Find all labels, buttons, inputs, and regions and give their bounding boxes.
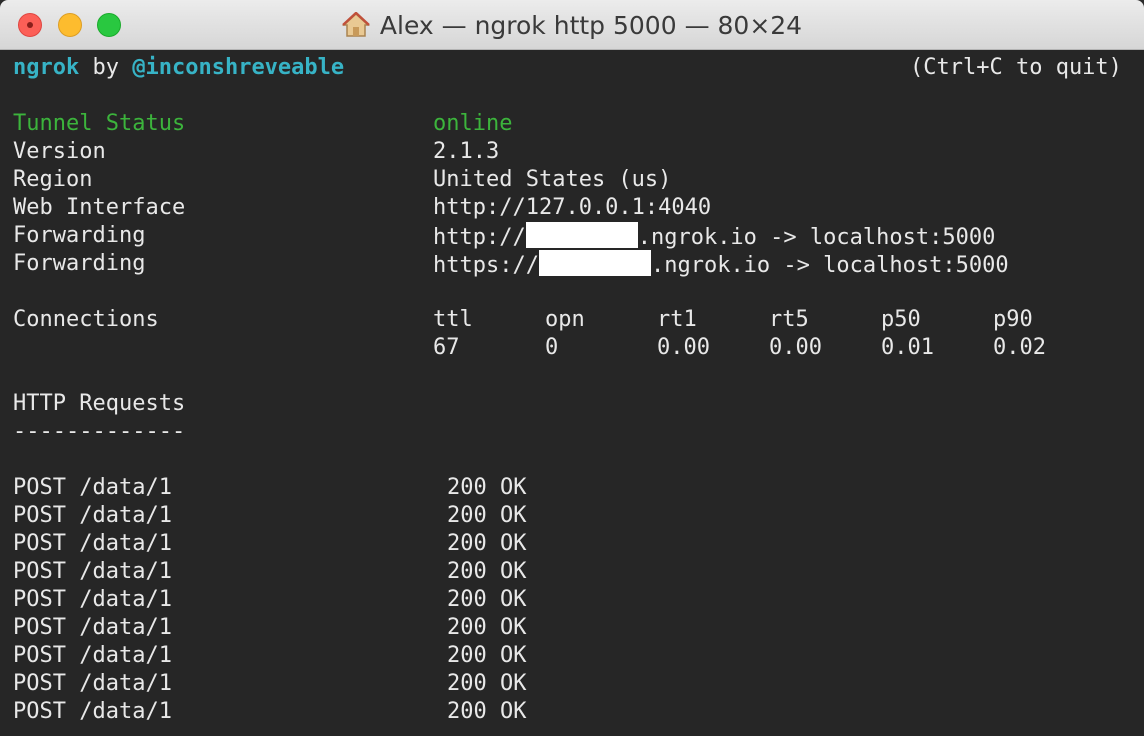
conn-header-p90: p90	[993, 307, 1033, 332]
request-path: POST /data/1	[13, 643, 172, 668]
request-path: POST /data/1	[13, 587, 172, 612]
conn-value-rt5: 0.00	[769, 335, 822, 360]
http-requests-title: HTTP Requests	[13, 391, 186, 416]
connections-label: Connections	[13, 307, 159, 332]
redacted-subdomain	[538, 250, 651, 276]
forwarding-https-suffix: .ngrok.io -> localhost:5000	[650, 253, 1009, 278]
connections-value-row: 67 0 0.00 0.00 0.01 0.02	[433, 334, 1073, 362]
request-path: POST /data/1	[13, 699, 172, 724]
tunnel-status-label: Tunnel Status	[13, 111, 186, 136]
terminal-window: Alex — ngrok http 5000 — 80×24 ngrok by …	[0, 0, 1144, 736]
conn-value-opn: 0	[545, 335, 559, 360]
version-label: Version	[13, 139, 106, 164]
region-value: United States (us)	[433, 167, 672, 192]
request-status: 200 OK	[447, 643, 527, 668]
forwarding-value-https: https:// .ngrok.io -> localhost:5000	[433, 250, 1009, 278]
quit-hint: (Ctrl+C to quit)	[910, 55, 1122, 80]
request-path: POST /data/1	[13, 559, 172, 584]
home-icon	[341, 12, 370, 37]
author-handle: @inconshreveable	[132, 55, 345, 80]
header-line: ngrok by @inconshreveable	[13, 54, 344, 82]
request-status: 200 OK	[447, 503, 527, 528]
region-label: Region	[13, 167, 93, 192]
conn-value-rt1: 0.00	[657, 335, 710, 360]
web-interface-value: http://127.0.0.1:4040	[433, 195, 712, 220]
conn-header-rt1: rt1	[657, 307, 697, 332]
forwarding-http-prefix: http://	[433, 225, 526, 250]
tunnel-status-value: online	[433, 111, 513, 136]
version-value: 2.1.3	[433, 139, 500, 164]
forwarding-http-suffix: .ngrok.io -> localhost:5000	[637, 225, 996, 250]
window-title-group: Alex — ngrok http 5000 — 80×24	[0, 0, 1144, 50]
window-title: Alex — ngrok http 5000 — 80×24	[379, 10, 803, 40]
forwarding-label-http: Forwarding	[13, 223, 146, 248]
conn-header-opn: opn	[545, 307, 585, 332]
terminal-content[interactable]: ngrok by @inconshreveable (Ctrl+C to qui…	[0, 50, 1144, 736]
forwarding-value-http: http:// .ngrok.io -> localhost:5000	[433, 222, 995, 250]
connections-header-row: ttl opn rt1 rt5 p50 p90	[433, 306, 1073, 334]
request-path: POST /data/1	[13, 503, 172, 528]
request-status: 200 OK	[447, 671, 527, 696]
web-interface-label: Web Interface	[13, 195, 186, 220]
request-status: 200 OK	[447, 587, 527, 612]
request-path: POST /data/1	[13, 615, 172, 640]
conn-header-p50: p50	[881, 307, 921, 332]
forwarding-https-prefix: https://	[433, 253, 539, 278]
conn-value-ttl: 67	[433, 335, 460, 360]
title-bar[interactable]: Alex — ngrok http 5000 — 80×24	[0, 0, 1144, 50]
forwarding-label-https: Forwarding	[13, 251, 146, 276]
conn-header-rt5: rt5	[769, 307, 809, 332]
conn-value-p50: 0.01	[881, 335, 934, 360]
request-path: POST /data/1	[13, 475, 172, 500]
ngrok-brand: ngrok	[13, 55, 80, 80]
request-status: 200 OK	[447, 559, 527, 584]
request-status: 200 OK	[447, 699, 527, 724]
redacted-subdomain	[525, 222, 638, 248]
request-path: POST /data/1	[13, 531, 172, 556]
request-status: 200 OK	[447, 531, 527, 556]
http-requests-divider: -------------	[13, 419, 186, 444]
conn-value-p90: 0.02	[993, 335, 1046, 360]
request-status: 200 OK	[447, 475, 527, 500]
request-status: 200 OK	[447, 615, 527, 640]
request-path: POST /data/1	[13, 671, 172, 696]
by-text: by	[92, 55, 119, 80]
conn-header-ttl: ttl	[433, 307, 473, 332]
